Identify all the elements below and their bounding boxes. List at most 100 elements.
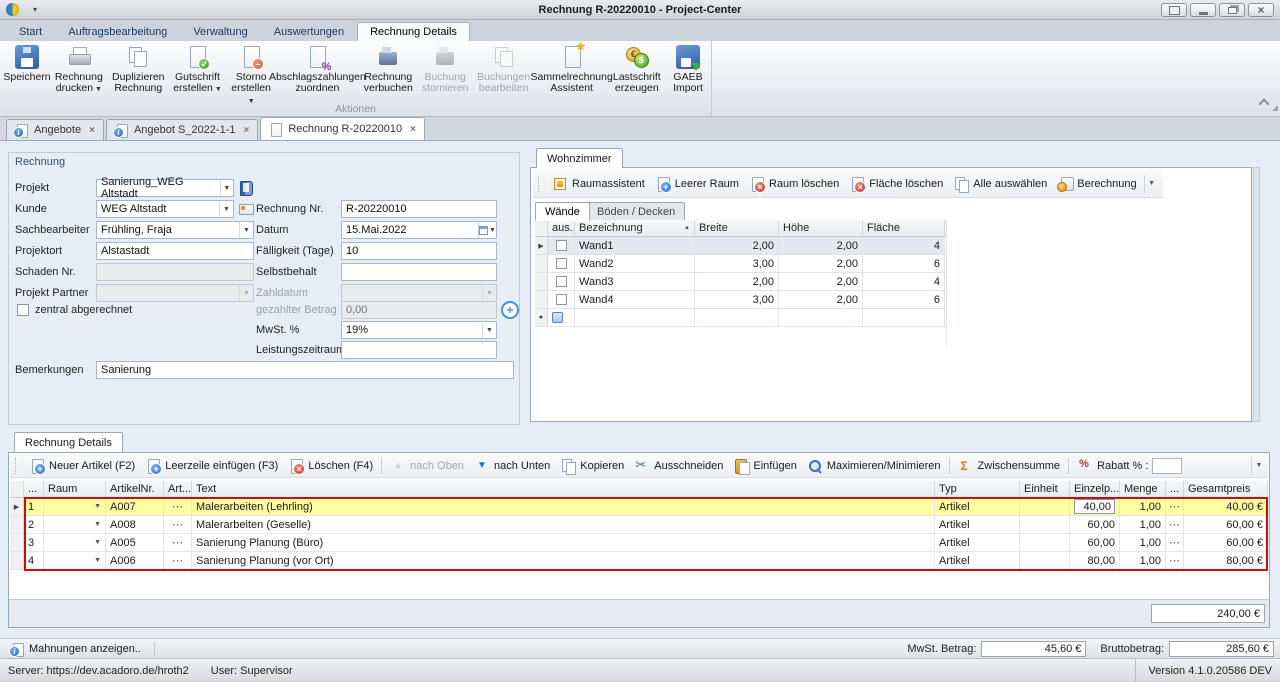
faelligkeit-input[interactable] <box>341 242 497 260</box>
column-header-raum[interactable]: Raum <box>44 481 106 497</box>
projekt-combo[interactable]: Sanierung_WEG Altstadt ▼ <box>96 179 234 197</box>
bemerkungen-input[interactable] <box>96 361 514 379</box>
wall-row[interactable]: Wand43,002,006 <box>535 291 946 309</box>
checkbox-cell[interactable] <box>548 273 575 290</box>
ribbon-button-speichern[interactable]: Speichern <box>4 43 50 85</box>
dropdown-caret-icon[interactable]: ▼ <box>213 86 222 93</box>
row-options-cell[interactable]: ⋯ <box>1166 552 1184 569</box>
toolbar-button-maximieren-minimieren[interactable]: Maximieren/Minimieren <box>802 456 946 476</box>
project-book-icon[interactable] <box>238 180 254 196</box>
projektort-input[interactable] <box>96 242 254 260</box>
toolbar-button-raumassistent[interactable]: Raumassistent <box>547 174 650 194</box>
text-cell[interactable]: Sanierung Planung (Büro) <box>192 534 935 551</box>
column-header-art[interactable]: Art... <box>164 481 192 497</box>
ribbon-button-rechnung-drucken[interactable]: Rechnung drucken ▼ <box>50 43 108 97</box>
chevron-down-icon[interactable]: ▼ <box>94 521 101 528</box>
article-row[interactable]: 3▼A005⋯Sanierung Planung (Büro)Artikel60… <box>10 534 1268 552</box>
ribbon-collapse-icon[interactable] <box>1258 98 1269 109</box>
artikelnr-cell[interactable]: A005 <box>106 534 164 551</box>
column-header-artikelnr[interactable]: ArtikelNr. <box>106 481 164 497</box>
einzelpreis-cell[interactable]: 60,00 <box>1070 516 1120 533</box>
einzelpreis-cell[interactable]: 80,00 <box>1070 552 1120 569</box>
einheit-cell[interactable] <box>1020 516 1070 533</box>
toolbar-button-einf-gen[interactable]: Einfügen <box>728 456 801 476</box>
doc-tab-rechnung-r-20220010[interactable]: Rechnung R-20220010× <box>260 117 425 140</box>
toolbar-button-rabatt-[interactable]: Rabatt % : <box>1072 456 1187 476</box>
bezeichnung-cell[interactable]: Wand4 <box>575 291 695 308</box>
artikelnr-cell[interactable]: A006 <box>106 552 164 569</box>
bezeichnung-cell[interactable]: Wand2 <box>575 255 695 272</box>
einheit-cell[interactable] <box>1020 552 1070 569</box>
minimize-button[interactable] <box>1190 3 1216 17</box>
ribbon-tab-verwaltung[interactable]: Verwaltung <box>180 22 260 41</box>
toolbar-button-ausschneiden[interactable]: Ausschneiden <box>629 456 728 476</box>
artikel-picker-cell[interactable]: ⋯ <box>164 516 192 533</box>
fullscreen-button[interactable] <box>1161 3 1187 17</box>
toolbar-button-kopieren[interactable]: Kopieren <box>555 456 629 476</box>
hoehe-cell[interactable]: 2,00 <box>779 255 863 272</box>
column-header-fl-che[interactable]: Fläche <box>863 220 945 236</box>
group-dialog-launcher-icon[interactable] <box>1272 105 1278 111</box>
toolbar-overflow-icon[interactable]: ▼ <box>1251 457 1266 475</box>
column-header-typ[interactable]: Typ <box>935 481 1020 497</box>
chevron-down-icon[interactable]: ▼ <box>94 539 101 546</box>
ribbon-button-duplizieren-rechnung[interactable]: Duplizieren Rechnung <box>108 43 169 96</box>
ribbon-tab-rechnung-details[interactable]: Rechnung Details <box>357 22 470 41</box>
close-tab-icon[interactable]: × <box>89 125 95 136</box>
row-checkbox[interactable] <box>556 294 567 305</box>
einzelpreis-cell[interactable]: 40,00 <box>1070 498 1120 515</box>
panel-splitter[interactable] <box>1253 167 1260 422</box>
einheit-cell[interactable] <box>1020 498 1070 515</box>
add-payment-icon[interactable]: + <box>501 301 519 319</box>
typ-cell[interactable]: Artikel <box>935 516 1020 533</box>
typ-cell[interactable]: Artikel <box>935 498 1020 515</box>
chevron-down-icon[interactable]: ▼ <box>482 322 496 338</box>
einzelpreis-cell[interactable]: 60,00 <box>1070 534 1120 551</box>
sachbearbeiter-combo[interactable]: Frühling, Fraja ▼ <box>96 221 254 239</box>
kunde-combo[interactable]: WEG Altstadt ▼ <box>96 200 234 218</box>
toolbar-button-l-schen-f4-[interactable]: Löschen (F4) <box>283 456 378 476</box>
toolbar-grip[interactable] <box>15 458 19 474</box>
datum-datepicker[interactable]: 15.Mai.2022 ▼ <box>341 221 497 239</box>
chevron-down-icon[interactable]: ▼ <box>219 201 233 217</box>
raum-cell[interactable]: ▼ <box>44 552 106 569</box>
new-row[interactable]: ● <box>535 309 946 327</box>
column-header-text[interactable]: Text <box>192 481 935 497</box>
chevron-down-icon[interactable]: ▼ <box>239 222 253 238</box>
einzelpreis-editor[interactable]: 40,00 <box>1074 499 1115 514</box>
artikel-picker-cell[interactable]: ⋯ <box>164 534 192 551</box>
menge-cell[interactable]: 1,00 <box>1120 534 1166 551</box>
wall-row[interactable]: ▶Wand12,002,004 <box>535 237 946 255</box>
row-number-cell[interactable]: 1 <box>24 498 44 515</box>
gesamtpreis-cell[interactable]: 80,00 € <box>1184 552 1268 569</box>
hoehe-cell[interactable]: 2,00 <box>779 273 863 290</box>
calendar-icon[interactable]: ▼ <box>478 222 496 238</box>
empty-cell[interactable] <box>863 309 945 326</box>
chevron-down-icon[interactable]: ▼ <box>94 503 101 510</box>
toolbar-button-fl-che-l-schen[interactable]: Fläche löschen <box>844 174 948 194</box>
column-header-einzelp[interactable]: Einzelp... <box>1070 481 1120 497</box>
artikel-picker-cell[interactable]: ⋯ <box>164 552 192 569</box>
close-button[interactable] <box>1248 3 1274 17</box>
text-cell[interactable]: Malerarbeiten (Lehrling) <box>192 498 935 515</box>
flaeche-cell[interactable]: 4 <box>863 237 945 254</box>
doc-tab-angebot-s-2022-1-1[interactable]: Angebot S_2022-1-1× <box>106 119 258 140</box>
gesamtpreis-cell[interactable]: 60,00 € <box>1184 534 1268 551</box>
flaeche-cell[interactable]: 6 <box>863 255 945 272</box>
empty-cell[interactable] <box>575 309 695 326</box>
toolbar-button-neuer-artikel-f2-[interactable]: Neuer Artikel (F2) <box>24 456 140 476</box>
column-header-breite[interactable]: Breite <box>695 220 779 236</box>
menge-cell[interactable]: 1,00 <box>1120 552 1166 569</box>
ribbon-button-rechnung-verbuchen[interactable]: Rechnung verbuchen <box>359 43 418 96</box>
ribbon-button-gutschrift-erstellen[interactable]: Gutschrift erstellen ▼ <box>169 43 226 97</box>
ribbon-tab-start[interactable]: Start <box>6 22 55 41</box>
typ-cell[interactable]: Artikel <box>935 534 1020 551</box>
column-header-dots[interactable]: ... <box>1166 481 1184 497</box>
dropdown-caret-icon[interactable]: ▼ <box>93 86 102 93</box>
doc-tab-angebote[interactable]: Angebote× <box>6 119 104 140</box>
checkbox-cell[interactable] <box>548 255 575 272</box>
mahnungen-anzeigen-button[interactable]: Mahnungen anzeigen.. <box>6 640 146 658</box>
ribbon-button-lastschrift-erzeugen[interactable]: Lastschrift erzeugen <box>609 43 665 96</box>
toolbar-button-alle-ausw-hlen[interactable]: Alle auswählen <box>948 174 1052 194</box>
toolbar-button-leerzeile-einf-gen-f3-[interactable]: Leerzeile einfügen (F3) <box>140 456 283 476</box>
